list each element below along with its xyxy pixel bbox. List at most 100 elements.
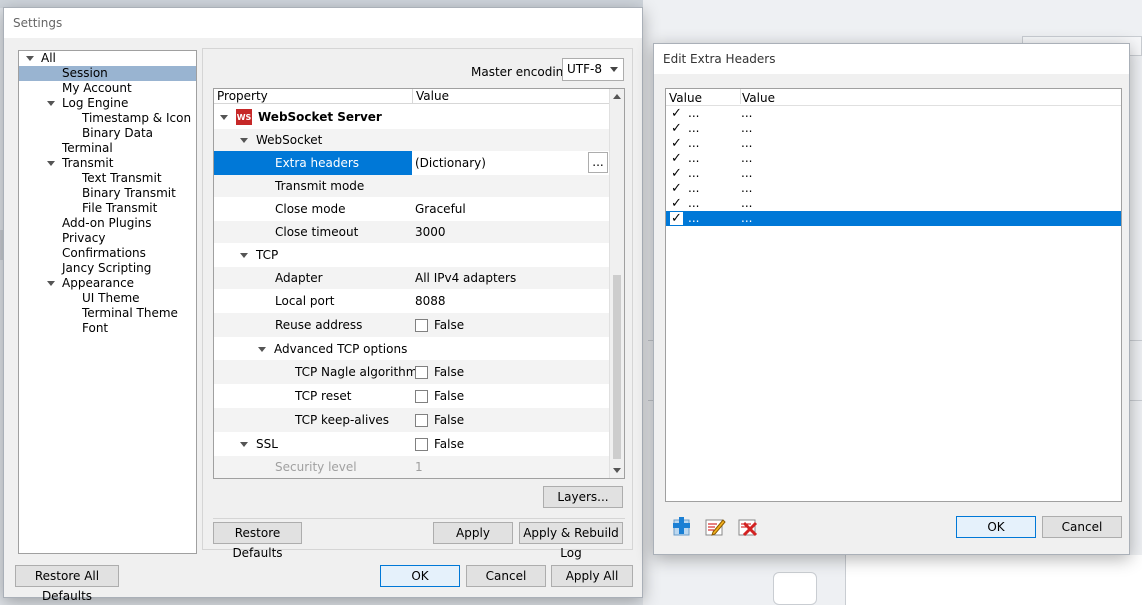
header-enabled-checkbox[interactable]: ✓ <box>670 152 683 165</box>
property-cell[interactable]: Advanced TCP options <box>214 337 412 360</box>
property-row[interactable]: Transmit mode <box>214 175 609 197</box>
property-row[interactable]: Local port 8088 <box>214 289 609 313</box>
property-grid-scrollbar[interactable] <box>609 89 624 478</box>
header-enabled-checkbox[interactable]: ✓ <box>670 182 683 195</box>
property-value[interactable]: 8088 <box>415 289 446 313</box>
property-cell[interactable]: TCP reset <box>214 384 412 408</box>
expand-arrow-icon[interactable] <box>47 281 55 286</box>
ellipsis-button[interactable]: ... <box>588 152 608 173</box>
restore-defaults-button[interactable]: Restore Defaults <box>213 522 302 560</box>
header-enabled-checkbox[interactable]: ✓ <box>670 122 683 135</box>
checkbox[interactable] <box>415 318 428 332</box>
header-row[interactable]: ✓...... <box>666 211 1121 226</box>
ok-button[interactable]: OK <box>956 516 1036 538</box>
tree-item[interactable]: Privacy <box>19 231 196 246</box>
header-value[interactable]: ... <box>741 211 752 226</box>
cancel-button[interactable]: Cancel <box>466 565 546 587</box>
checkbox[interactable] <box>415 389 428 403</box>
scroll-up-icon[interactable] <box>613 94 621 99</box>
expand-arrow-icon[interactable] <box>47 161 55 166</box>
header-enabled-checkbox[interactable]: ✓ <box>670 212 683 225</box>
checkbox[interactable] <box>415 437 428 451</box>
value-column-header[interactable]: Value <box>416 89 449 104</box>
tree-item[interactable]: Binary Data <box>19 126 196 141</box>
property-cell[interactable]: Extra headers <box>214 151 412 175</box>
apply-rebuild-log-button[interactable]: Apply & Rebuild Log <box>519 522 623 560</box>
property-row[interactable]: Adapter All IPv4 adapters <box>214 267 609 289</box>
checkbox[interactable] <box>415 413 428 427</box>
header-value[interactable]: ... <box>741 151 752 166</box>
header-row[interactable]: ✓...... <box>666 196 1121 211</box>
expand-arrow-icon[interactable] <box>240 442 248 447</box>
header-value[interactable]: ... <box>741 106 752 121</box>
scroll-down-icon[interactable] <box>613 468 621 473</box>
property-cell[interactable]: Close mode <box>214 197 412 221</box>
property-row[interactable]: Extra headers (Dictionary)... <box>214 151 609 175</box>
property-row[interactable]: Reuse address False <box>214 313 609 337</box>
edit-icon[interactable] <box>704 515 726 537</box>
restore-all-defaults-button[interactable]: Restore All Defaults <box>15 565 119 603</box>
property-cell[interactable]: TCP Nagle algorithm <box>214 360 417 384</box>
header-key[interactable]: ... <box>688 136 699 151</box>
header-row[interactable]: ✓...... <box>666 136 1121 151</box>
property-row[interactable]: TCP <box>214 243 609 267</box>
tree-item[interactable]: Jancy Scripting <box>19 261 196 276</box>
delete-icon[interactable] <box>737 515 759 537</box>
scroll-thumb[interactable] <box>613 275 621 459</box>
header-row[interactable]: ✓...... <box>666 151 1121 166</box>
header-enabled-checkbox[interactable]: ✓ <box>670 197 683 210</box>
layers-button[interactable]: Layers... <box>543 486 623 508</box>
property-cell[interactable]: Reuse address <box>214 313 412 337</box>
property-value[interactable]: 1 <box>415 456 423 478</box>
checkbox[interactable] <box>415 365 428 379</box>
property-row[interactable]: TCP reset False <box>214 384 609 408</box>
value-column-header[interactable]: Value <box>742 90 775 107</box>
tree-item[interactable]: UI Theme <box>19 291 196 306</box>
header-value[interactable]: ... <box>741 181 752 196</box>
property-cell[interactable]: WebSocket <box>214 129 412 151</box>
header-row[interactable]: ✓...... <box>666 181 1121 196</box>
header-row[interactable]: ✓...... <box>666 106 1121 121</box>
property-value[interactable]: Graceful <box>415 197 466 221</box>
property-row[interactable]: Close mode Graceful <box>214 197 609 221</box>
header-key[interactable]: ... <box>688 106 699 121</box>
property-row[interactable]: TCP Nagle algorithm False <box>214 360 609 384</box>
apply-all-button[interactable]: Apply All <box>551 565 633 587</box>
tree-item[interactable]: All <box>19 51 196 66</box>
property-row[interactable]: Security level 1 <box>214 456 609 478</box>
header-row[interactable]: ✓...... <box>666 121 1121 136</box>
cancel-button[interactable]: Cancel <box>1042 516 1122 538</box>
property-cell[interactable]: TCP keep-alives <box>214 408 412 432</box>
property-row[interactable]: SSL False <box>214 432 609 456</box>
property-cell[interactable]: Local port <box>214 289 412 313</box>
tree-item[interactable]: File Transmit <box>19 201 196 216</box>
tree-item[interactable]: Confirmations <box>19 246 196 261</box>
tree-item[interactable]: Terminal Theme <box>19 306 196 321</box>
expand-arrow-icon[interactable] <box>47 101 55 106</box>
property-cell[interactable]: SSL <box>214 432 412 456</box>
property-value[interactable]: (Dictionary) <box>415 151 486 175</box>
property-value[interactable]: False <box>415 432 464 456</box>
tree-item[interactable]: Appearance <box>19 276 196 291</box>
header-key[interactable]: ... <box>688 196 699 211</box>
property-cell[interactable]: Security level <box>214 456 412 478</box>
tree-item[interactable]: Terminal <box>19 141 196 156</box>
tree-item[interactable]: Text Transmit <box>19 171 196 186</box>
property-value[interactable]: False <box>415 384 464 408</box>
tree-item[interactable]: Transmit <box>19 156 196 171</box>
ok-button[interactable]: OK <box>380 565 460 587</box>
property-cell[interactable]: Close timeout <box>214 221 412 243</box>
property-cell[interactable]: TCP <box>214 243 412 267</box>
property-row[interactable]: WebSocket <box>214 129 609 151</box>
property-row[interactable]: WS WebSocket Server <box>214 105 609 129</box>
key-column-header[interactable]: Value <box>669 90 702 107</box>
header-enabled-checkbox[interactable]: ✓ <box>670 137 683 150</box>
header-value[interactable]: ... <box>741 121 752 136</box>
tree-item[interactable]: Add-on Plugins <box>19 216 196 231</box>
expand-arrow-icon[interactable] <box>240 253 248 258</box>
property-cell[interactable]: WS WebSocket Server <box>214 105 412 129</box>
header-value[interactable]: ... <box>741 196 752 211</box>
master-encoding-select[interactable]: UTF-8 <box>562 58 624 81</box>
property-cell[interactable]: Transmit mode <box>214 175 412 197</box>
property-value[interactable]: 3000 <box>415 221 446 243</box>
